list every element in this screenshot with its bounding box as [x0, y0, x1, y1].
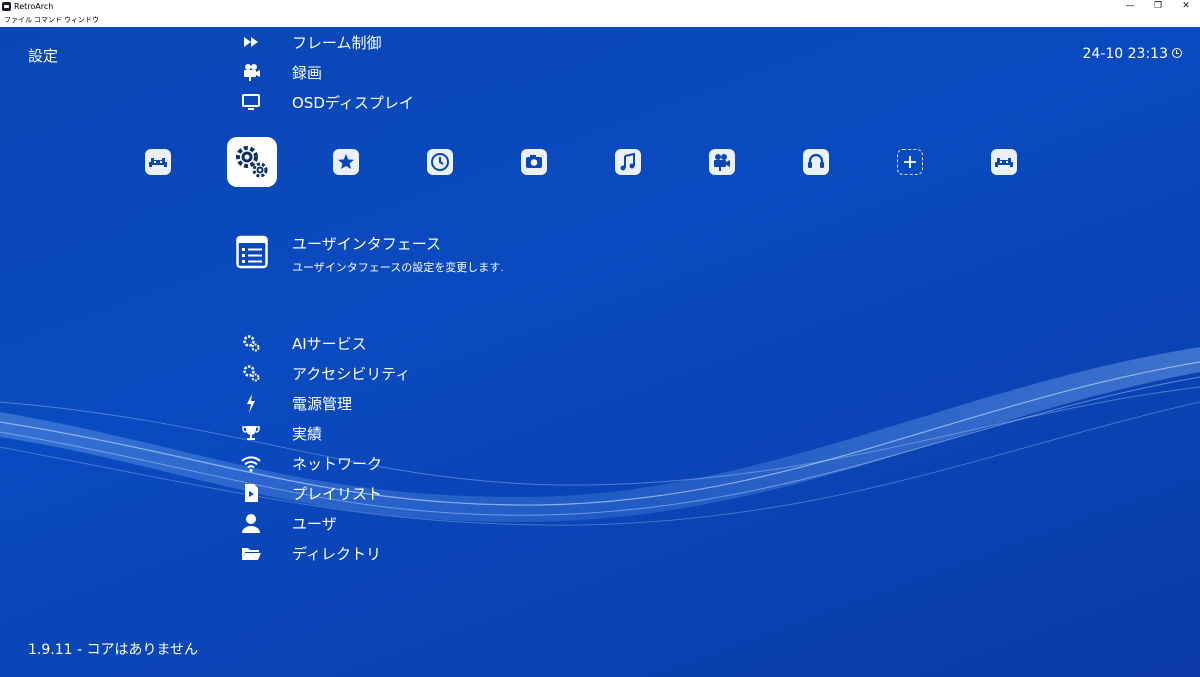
restore-button[interactable]: ❐	[1144, 0, 1172, 14]
menu-item-directory[interactable]: ディレクトリ	[240, 541, 640, 565]
page-title: 設定	[28, 47, 59, 65]
menu-item-label: フレーム制御	[292, 34, 382, 52]
menu-item-user[interactable]: ユーザ	[240, 511, 640, 535]
monitor-icon	[242, 94, 260, 110]
movie-camera-icon	[244, 64, 260, 81]
menu-item-recording[interactable]: 録画	[240, 60, 640, 84]
minimize-button[interactable]: —	[1116, 0, 1144, 14]
category-favorites[interactable]	[333, 149, 359, 175]
retroarch-invader-icon	[995, 158, 1013, 167]
menu-item-ai-service[interactable]: AIサービス	[240, 331, 640, 355]
folder-icon	[242, 548, 261, 560]
category-images[interactable]	[521, 149, 547, 175]
menu-item-label: プレイリスト	[292, 485, 383, 503]
category-import-content[interactable]	[897, 149, 923, 175]
playlist-icon	[245, 484, 258, 502]
selected-item-description: ユーザインタフェースの設定を変更します.	[292, 261, 504, 274]
camera-icon	[526, 155, 542, 168]
menu-item-label: AIサービス	[292, 335, 367, 353]
menu-item-playlists[interactable]: プレイリスト	[240, 481, 640, 505]
clock-icon	[1172, 48, 1182, 58]
version-status: 1.9.11 - コアはありません	[28, 642, 199, 658]
fast-forward-icon	[244, 37, 258, 47]
category-settings[interactable]	[227, 137, 277, 187]
category-history[interactable]	[427, 149, 453, 175]
menu-item-label: ネットワーク	[292, 455, 383, 473]
music-note-icon	[620, 152, 635, 171]
menu-item-label: 電源管理	[292, 395, 353, 413]
title-bar: RetroArch — ❐ ✕	[0, 0, 1200, 14]
trophy-icon	[242, 426, 260, 440]
menu-item-network[interactable]: ネットワーク	[240, 451, 640, 475]
category-explore[interactable]	[991, 149, 1017, 175]
menu-item-frame-throttle[interactable]: フレーム制御	[240, 30, 640, 54]
menu-command[interactable]: コマンド	[34, 15, 62, 26]
xmb-menu: 設定 24-10 23:13 フレーム制御 録画 OSDディスプレイ ユーザイン…	[0, 27, 1200, 677]
user-icon	[242, 514, 260, 533]
clock-text: 24-10 23:13	[1082, 46, 1168, 62]
headset-icon	[808, 153, 824, 168]
menu-item-label: 録画	[292, 64, 323, 82]
gears-icon	[236, 146, 268, 178]
menu-item-label: 実績	[292, 425, 323, 443]
clock-icon	[431, 153, 449, 171]
menu-item-label: OSDディスプレイ	[292, 94, 414, 112]
category-netplay[interactable]	[803, 149, 829, 175]
menu-window[interactable]: ウィンドウ	[64, 15, 99, 26]
menu-item-label: アクセシビリティ	[292, 365, 411, 383]
retroarch-invader-icon	[149, 158, 167, 167]
menu-item-accessibility[interactable]: アクセシビリティ	[240, 361, 640, 385]
star-icon	[338, 154, 354, 169]
lightning-icon	[247, 394, 255, 413]
wifi-icon	[241, 456, 261, 472]
menu-item-power-management[interactable]: 電源管理	[240, 391, 640, 415]
menu-file[interactable]: ファイル	[4, 15, 32, 26]
category-music[interactable]	[615, 149, 641, 175]
menu-item-achievements[interactable]: 実績	[240, 421, 640, 445]
category-videos[interactable]	[709, 149, 735, 175]
menu-item-label: ユーザ	[292, 515, 337, 533]
retroarch-app-icon	[2, 2, 11, 11]
close-button[interactable]: ✕	[1172, 0, 1200, 14]
menu-item-osd-display[interactable]: OSDディスプレイ	[240, 90, 640, 114]
gears-icon	[243, 335, 260, 352]
selected-item-title[interactable]: ユーザインタフェース	[292, 233, 441, 254]
gears-icon	[243, 365, 260, 382]
window-title: RetroArch	[14, 2, 54, 11]
menu-item-label: ディレクトリ	[292, 545, 381, 563]
menu-bar: ファイル コマンド ウィンドウ	[0, 14, 1200, 27]
add-icon	[904, 156, 916, 168]
list-icon	[236, 235, 268, 269]
category-main-menu[interactable]	[145, 149, 171, 175]
movie-camera-icon	[714, 154, 730, 171]
